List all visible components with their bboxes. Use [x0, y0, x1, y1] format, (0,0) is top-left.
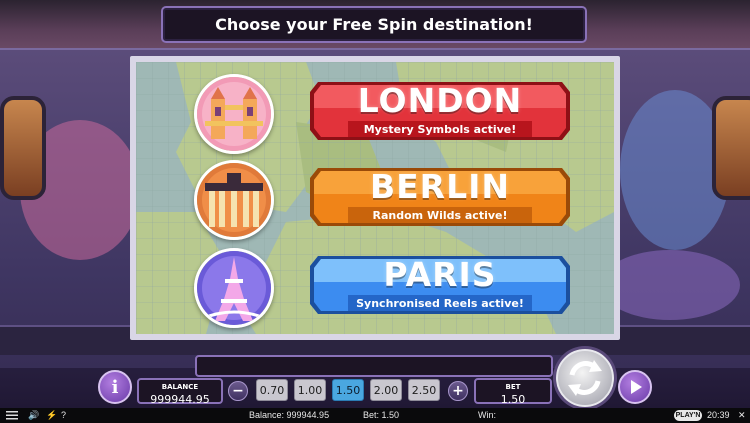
london-label: LONDON [357, 81, 523, 120]
paris-button[interactable]: PARIS Synchronised Reels active! [308, 250, 572, 320]
map-panel: LONDON Mystery Symbols active! BERLIN Ra… [130, 56, 620, 340]
spin-arrows-icon [568, 360, 602, 396]
status-bar: 🔊 ⚡ ? Balance: 999944.95 Bet: 1.50 Win: … [0, 408, 750, 423]
sound-icon[interactable]: 🔊 [28, 410, 39, 421]
title-banner: Choose your Free Spin destination! [161, 6, 587, 43]
balance-label: BALANCE [161, 383, 199, 391]
clock: 20:39 [707, 410, 730, 420]
menu-icon[interactable] [6, 411, 18, 420]
balance-value: 999944.95 [150, 393, 210, 406]
graffiti-decoration [600, 250, 740, 320]
message-bar [195, 355, 553, 377]
status-bet: Bet: 1.50 [363, 410, 400, 420]
bet-option[interactable]: 1.00 [294, 379, 326, 401]
berlin-feature: Random Wilds active! [372, 209, 508, 222]
close-icon[interactable]: ✕ [738, 410, 746, 421]
bet-label: BET [505, 383, 521, 391]
bet-option[interactable]: 2.50 [408, 379, 440, 401]
play-icon [631, 380, 642, 394]
paris-medallion [194, 248, 274, 328]
info-button[interactable]: i [98, 370, 132, 404]
tower-bridge-icon [197, 77, 271, 151]
spin-button[interactable] [556, 349, 614, 407]
berlin-medallion [194, 160, 274, 240]
turbo-icon[interactable]: ⚡ [46, 410, 57, 421]
bet-value: 1.50 [500, 393, 526, 406]
help-icon[interactable]: ? [61, 410, 66, 420]
berlin-label: BERLIN [369, 167, 511, 206]
paris-label: PARIS [383, 255, 497, 294]
status-win: Win: [478, 410, 496, 420]
bet-option-selected[interactable]: 1.50 [332, 379, 364, 401]
brandenburg-gate-icon [197, 163, 271, 237]
bet-option[interactable]: 2.00 [370, 379, 402, 401]
train-window [0, 96, 46, 200]
bet-option[interactable]: 0.70 [256, 379, 288, 401]
eiffel-tower-icon [197, 251, 271, 325]
status-balance: Balance: 999944.95 [249, 410, 330, 420]
balance-display: BALANCE 999944.95 [137, 378, 223, 406]
london-medallion [194, 74, 274, 154]
autoplay-button[interactable] [618, 370, 652, 404]
london-feature: Mystery Symbols active! [363, 123, 517, 136]
brand-logo: PLAY'N GO [674, 410, 702, 421]
decrease-bet-button[interactable]: − [228, 381, 248, 401]
paris-feature: Synchronised Reels active! [356, 297, 524, 310]
europe-map: LONDON Mystery Symbols active! BERLIN Ra… [136, 62, 614, 334]
title-text: Choose your Free Spin destination! [215, 15, 533, 34]
bet-display: BET 1.50 [474, 378, 552, 406]
london-button[interactable]: LONDON Mystery Symbols active! [308, 76, 572, 146]
increase-bet-button[interactable]: + [448, 381, 468, 401]
train-window [712, 96, 750, 200]
berlin-button[interactable]: BERLIN Random Wilds active! [308, 162, 572, 232]
